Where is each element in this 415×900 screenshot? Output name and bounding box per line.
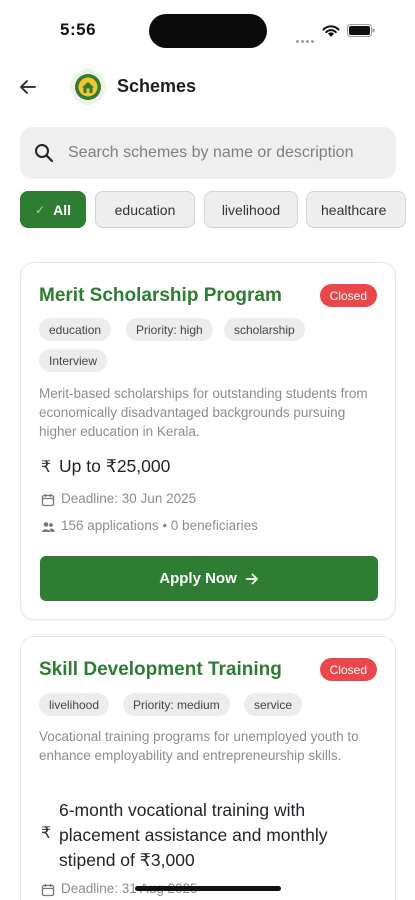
scheme-tag: Interview xyxy=(39,349,108,372)
scheme-tag: Priority: high xyxy=(126,318,213,341)
back-button[interactable] xyxy=(14,73,42,101)
scheme-tag: service xyxy=(244,693,303,716)
chip-label: All xyxy=(53,201,71,218)
calendar-icon xyxy=(41,884,55,897)
status-time: 5:56 xyxy=(60,20,97,39)
rupee-icon: ₹ xyxy=(41,459,52,476)
status-badge: Closed xyxy=(319,284,377,307)
page-title: Schemes xyxy=(117,76,197,96)
arrow-left-icon xyxy=(20,80,36,94)
scheme-stats: 156 applications • 0 beneficiaries xyxy=(61,518,258,533)
status-bar: 5:56 xyxy=(0,0,415,60)
scheme-title: Skill Development Training xyxy=(39,659,282,680)
filter-chip-all[interactable]: ✓ All xyxy=(20,191,86,228)
people-icon xyxy=(41,522,55,532)
scheme-deadline: Deadline: 30 Jun 2025 xyxy=(61,491,197,506)
scheme-tag: scholarship xyxy=(224,318,305,341)
home-badge-icon xyxy=(75,74,101,100)
arrow-right-icon xyxy=(245,573,258,584)
scheme-benefit: Up to ₹25,000 xyxy=(59,456,171,476)
scheme-description: Vocational training programs for unemplo… xyxy=(39,729,359,763)
check-icon: ✓ xyxy=(35,202,46,217)
scheme-card[interactable]: Skill Development Training Closed liveli… xyxy=(20,636,396,900)
filter-chip-row: ✓ All education livelihood healthcare xyxy=(20,191,415,228)
battery-icon xyxy=(347,24,375,37)
chip-label: education xyxy=(114,201,176,218)
scheme-benefit: 6-month vocational training with placeme… xyxy=(59,800,328,870)
app-bar: Schemes xyxy=(0,60,415,114)
home-indicator[interactable] xyxy=(135,886,281,891)
scheme-tag: livelihood xyxy=(39,693,110,716)
filter-chip-education[interactable]: education xyxy=(95,191,195,228)
app-logo xyxy=(70,69,106,105)
search-bar xyxy=(20,127,396,179)
camera-notch xyxy=(149,14,267,48)
scheme-tag: Priority: medium xyxy=(123,693,230,716)
filter-chip-healthcare[interactable]: healthcare xyxy=(306,191,406,228)
scheme-tag: education xyxy=(39,318,112,341)
search-input[interactable] xyxy=(68,127,388,179)
filter-chip-livelihood[interactable]: livelihood xyxy=(204,191,298,228)
chip-label: livelihood xyxy=(221,201,281,218)
scheme-card[interactable]: Merit Scholarship Program Closed educati… xyxy=(20,262,396,620)
signal-dots-icon xyxy=(296,30,316,43)
apply-now-button[interactable]: Apply Now xyxy=(40,556,378,601)
scheme-title: Merit Scholarship Program xyxy=(39,285,282,306)
scheme-description: Merit-based scholarships for outstanding… xyxy=(39,386,368,439)
wifi-icon xyxy=(322,25,340,37)
chip-label: healthcare xyxy=(321,201,387,218)
apply-button-label: Apply Now xyxy=(159,570,237,587)
status-badge: Closed xyxy=(319,658,377,681)
search-icon xyxy=(35,144,54,163)
calendar-icon xyxy=(41,494,55,507)
rupee-icon: ₹ xyxy=(41,825,52,842)
